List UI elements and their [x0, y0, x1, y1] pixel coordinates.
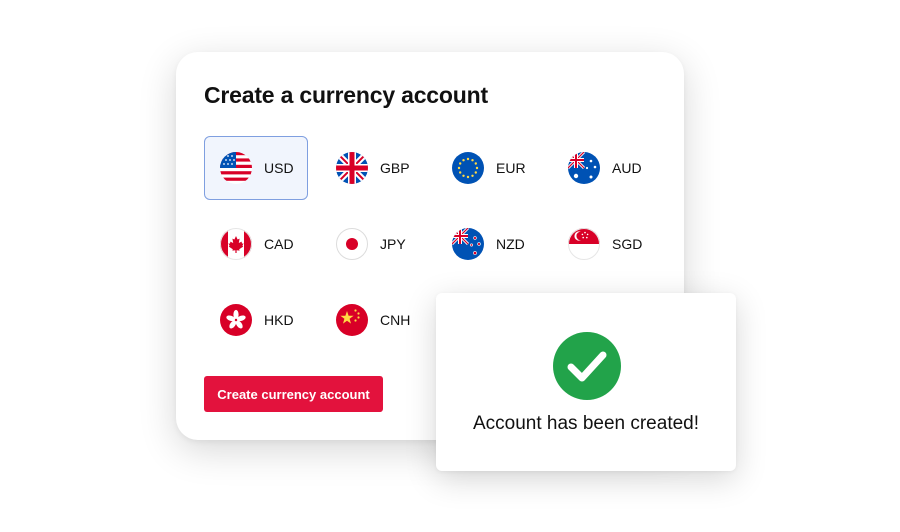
currency-option-sgd[interactable]: SGD — [552, 212, 656, 276]
cn-flag-icon — [336, 304, 368, 336]
ca-flag-icon — [220, 228, 252, 260]
currency-code: JPY — [380, 236, 406, 252]
us-flag-icon — [220, 152, 252, 184]
currency-code: EUR — [496, 160, 526, 176]
currency-code: CAD — [264, 236, 294, 252]
success-toast: Account has been created! — [436, 293, 736, 471]
currency-code: CNH — [380, 312, 411, 328]
currency-option-cnh[interactable]: CNH — [320, 288, 424, 352]
eu-flag-icon — [452, 152, 484, 184]
currency-option-nzd[interactable]: NZD — [436, 212, 540, 276]
currency-code: NZD — [496, 236, 525, 252]
currency-code: USD — [264, 160, 294, 176]
au-flag-icon — [568, 152, 600, 184]
check-circle-icon — [553, 332, 621, 400]
currency-code: HKD — [264, 312, 294, 328]
gb-flag-icon — [336, 152, 368, 184]
currency-code: SGD — [612, 236, 643, 252]
currency-option-gbp[interactable]: GBP — [320, 136, 424, 200]
create-currency-account-button[interactable]: Create currency account — [204, 376, 383, 412]
hk-flag-icon — [220, 304, 252, 336]
currency-option-eur[interactable]: EUR — [436, 136, 540, 200]
currency-code: AUD — [612, 160, 642, 176]
card-title: Create a currency account — [204, 82, 488, 108]
success-message: Account has been created! — [472, 413, 700, 434]
currency-option-aud[interactable]: AUD — [552, 136, 656, 200]
currency-code: GBP — [380, 160, 410, 176]
jp-flag-icon — [336, 228, 368, 260]
currency-option-cad[interactable]: CAD — [204, 212, 308, 276]
currency-option-usd[interactable]: USD — [204, 136, 308, 200]
currency-option-hkd[interactable]: HKD — [204, 288, 308, 352]
currency-option-jpy[interactable]: JPY — [320, 212, 424, 276]
nz-flag-icon — [452, 228, 484, 260]
sg-flag-icon — [568, 228, 600, 260]
